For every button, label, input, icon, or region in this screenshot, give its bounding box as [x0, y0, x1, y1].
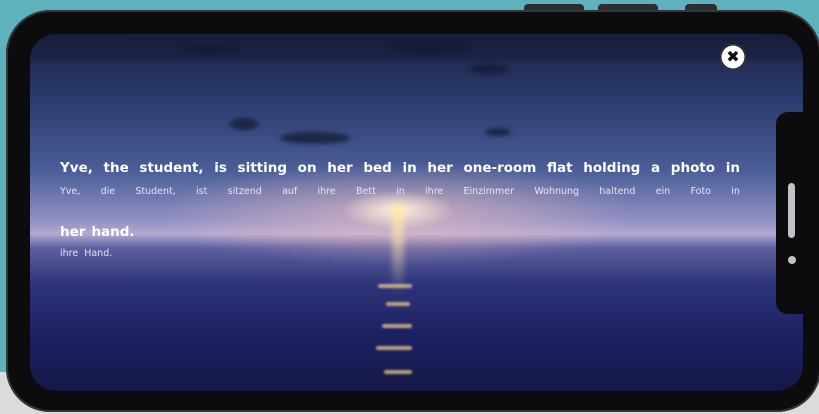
story-screen: ✖ Yve, the student, is sitting on her be… [30, 34, 803, 391]
water-glint [384, 370, 412, 374]
english-word[interactable]: bed [363, 160, 391, 176]
german-word: ein [655, 186, 671, 197]
german-word: Hand. [84, 248, 113, 259]
english-word[interactable]: her [427, 160, 452, 176]
english-word[interactable]: her [60, 224, 85, 240]
english-word[interactable]: one-room [463, 160, 536, 176]
water-glint [382, 324, 412, 328]
sunset-glow [392, 204, 404, 294]
english-word[interactable]: student, [139, 160, 203, 176]
german-word: Wohnung [534, 186, 580, 197]
side-slider[interactable] [788, 183, 795, 238]
german-word: Student, [135, 186, 176, 197]
german-word: Einzimmer [463, 186, 515, 197]
english-word[interactable]: sitting [238, 160, 287, 176]
german-word: ihre [425, 186, 444, 197]
english-word[interactable]: a [651, 160, 660, 176]
cloud [470, 64, 510, 74]
german-word: ihre [60, 248, 79, 259]
water-glint [386, 302, 410, 306]
german-word: Bett [356, 186, 376, 197]
english-word[interactable]: is [214, 160, 227, 176]
cloud [485, 128, 511, 136]
german-word: sitzend [227, 186, 262, 197]
water-glint [378, 284, 412, 288]
english-word[interactable]: the [104, 160, 129, 176]
english-word[interactable]: Yve, [60, 160, 93, 176]
english-line-1: Yve, the student, is sitting on her bed … [60, 160, 740, 176]
english-word[interactable]: holding [583, 160, 640, 176]
german-word: Foto [690, 186, 711, 197]
side-panel [776, 112, 819, 314]
english-word[interactable]: flat [547, 160, 573, 176]
close-icon: ✖ [726, 47, 740, 66]
german-word: haltend [599, 186, 636, 197]
cloud [180, 44, 240, 54]
cloud [230, 118, 258, 130]
german-word: in [731, 186, 740, 197]
german-word: in [396, 186, 405, 197]
german-word: ist [196, 186, 208, 197]
german-word: ihre [317, 186, 336, 197]
english-word[interactable]: her [327, 160, 352, 176]
english-line-2: her hand. [60, 224, 141, 240]
german-word: die [100, 186, 116, 197]
cloud [390, 40, 470, 54]
cloud [280, 132, 350, 144]
english-word[interactable]: hand. [91, 224, 134, 240]
german-word: Yve, [60, 186, 81, 197]
german-line-1: Yve, die Student, ist sitzend auf ihre B… [60, 186, 740, 197]
english-word[interactable]: in [726, 160, 740, 176]
water-glint [376, 346, 412, 350]
close-button[interactable]: ✖ [720, 44, 746, 70]
english-word[interactable]: on [298, 160, 317, 176]
german-line-2: ihre Hand. [60, 248, 118, 259]
german-word: auf [282, 186, 298, 197]
english-word[interactable]: in [402, 160, 416, 176]
side-dot [788, 256, 796, 264]
english-word[interactable]: photo [671, 160, 715, 176]
